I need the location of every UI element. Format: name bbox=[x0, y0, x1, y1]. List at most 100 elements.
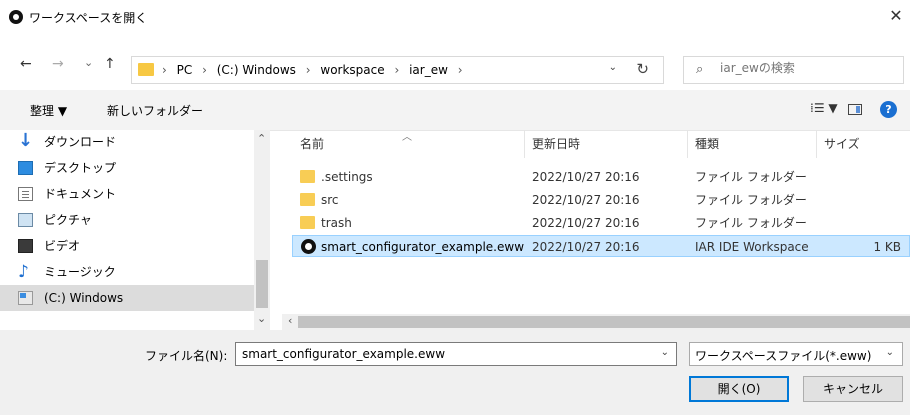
drive-icon bbox=[18, 291, 33, 305]
search-icon: ⌕ bbox=[696, 62, 704, 77]
file-name: smart_configurator_example.eww bbox=[321, 240, 525, 254]
nav-item-label: ミュージック bbox=[44, 265, 116, 279]
dialog-footer: ファイル名(N): ⌄ ワークスペースファイル(*.eww) ⌄ 開く(O) キ… bbox=[0, 330, 910, 415]
filename-combobox[interactable]: ⌄ bbox=[235, 342, 677, 366]
recent-locations-button[interactable]: ⌄ bbox=[84, 56, 93, 69]
scrollbar-thumb[interactable] bbox=[256, 260, 268, 308]
file-list-horizontal-scrollbar[interactable]: ‹ bbox=[282, 314, 910, 330]
open-workspace-dialog: ワークスペースを開く ✕ ← → ⌄ ↑ › PC › (C:) Windows… bbox=[0, 0, 910, 415]
address-bar[interactable]: › PC › (C:) Windows › workspace › iar_ew… bbox=[131, 56, 664, 84]
breadcrumb-c-drive[interactable]: (C:) Windows bbox=[217, 63, 296, 77]
preview-pane-icon[interactable] bbox=[848, 104, 862, 115]
column-header-name[interactable]: 名前 bbox=[300, 130, 324, 158]
new-folder-button[interactable]: 新しいフォルダー bbox=[107, 102, 203, 119]
file-name: .settings bbox=[321, 170, 373, 184]
file-list: 名前 ︿ 更新日時 種類 サイズ .settings 2022/10/27 20… bbox=[282, 130, 910, 330]
cancel-button[interactable]: キャンセル bbox=[803, 376, 903, 402]
organize-menu[interactable]: 整理 ▼ bbox=[30, 102, 67, 119]
search-box[interactable]: ⌕ bbox=[683, 56, 904, 84]
breadcrumb: › PC › (C:) Windows › workspace › iar_ew… bbox=[162, 63, 469, 77]
command-bar: 整理 ▼ 新しいフォルダー ⁞☰ ▼ ? bbox=[0, 90, 910, 131]
sort-ascending-icon: ︿ bbox=[402, 132, 412, 143]
nav-item-c-drive[interactable]: (C:) Windows bbox=[0, 285, 254, 311]
column-divider[interactable] bbox=[816, 130, 817, 158]
breadcrumb-iar-ew[interactable]: iar_ew bbox=[409, 63, 448, 77]
file-date: 2022/10/27 20:16 bbox=[532, 193, 640, 207]
breadcrumb-separator: › bbox=[305, 63, 311, 77]
nav-item-downloads[interactable]: ダウンロード bbox=[0, 128, 254, 155]
file-type: ファイル フォルダー bbox=[695, 170, 807, 184]
column-divider[interactable] bbox=[687, 130, 688, 158]
file-date: 2022/10/27 20:16 bbox=[532, 240, 640, 254]
app-icon bbox=[9, 10, 23, 24]
file-row[interactable]: .settings 2022/10/27 20:16 ファイル フォルダー bbox=[292, 166, 910, 188]
iar-workspace-icon bbox=[301, 239, 316, 254]
breadcrumb-separator: › bbox=[457, 63, 463, 77]
nav-item-documents[interactable]: ドキュメント bbox=[0, 181, 254, 207]
music-icon bbox=[18, 259, 33, 285]
search-input[interactable] bbox=[718, 60, 902, 76]
nav-item-label: デスクトップ bbox=[44, 161, 117, 175]
filetype-value: ワークスペースファイル(*.eww) bbox=[695, 349, 872, 363]
scroll-left-icon[interactable]: ‹ bbox=[288, 314, 292, 327]
filetype-select[interactable]: ワークスペースファイル(*.eww) ⌄ bbox=[689, 342, 903, 366]
nav-item-label: ビデオ bbox=[44, 239, 81, 253]
navigation-scrollbar[interactable]: ⌃ ⌄ bbox=[254, 130, 270, 330]
nav-item-pictures[interactable]: ピクチャ bbox=[0, 207, 254, 233]
close-button[interactable]: ✕ bbox=[882, 0, 910, 34]
help-icon[interactable]: ? bbox=[880, 101, 897, 118]
title-bar: ワークスペースを開く ✕ bbox=[0, 0, 910, 34]
file-type: ファイル フォルダー bbox=[695, 216, 807, 230]
download-icon bbox=[18, 128, 33, 154]
column-header-size[interactable]: サイズ bbox=[824, 130, 860, 158]
breadcrumb-pc[interactable]: PC bbox=[177, 63, 193, 77]
open-button[interactable]: 開く(O) bbox=[689, 376, 789, 402]
scroll-up-icon[interactable]: ⌃ bbox=[257, 132, 266, 145]
address-dropdown-icon[interactable]: ⌄ bbox=[609, 62, 617, 73]
file-row-selected[interactable]: smart_configurator_example.eww 2022/10/2… bbox=[292, 235, 910, 257]
column-divider[interactable] bbox=[524, 130, 525, 158]
chevron-down-icon[interactable]: ⌄ bbox=[886, 347, 894, 358]
file-type: IAR IDE Workspace bbox=[695, 240, 809, 254]
file-type: ファイル フォルダー bbox=[695, 193, 807, 207]
navigation-list: ダウンロード デスクトップ ドキュメント ピクチャ ビデオ ミュージック bbox=[0, 128, 254, 311]
breadcrumb-separator: › bbox=[394, 63, 400, 77]
refresh-button[interactable]: ↻ bbox=[636, 60, 649, 78]
breadcrumb-separator: › bbox=[202, 63, 207, 77]
nav-item-desktop[interactable]: デスクトップ bbox=[0, 155, 254, 181]
videos-icon bbox=[18, 239, 33, 253]
forward-button[interactable]: → bbox=[52, 56, 64, 72]
column-header-type[interactable]: 種類 bbox=[695, 130, 719, 158]
scroll-down-icon[interactable]: ⌄ bbox=[257, 312, 266, 325]
file-row[interactable]: src 2022/10/27 20:16 ファイル フォルダー bbox=[292, 189, 910, 211]
file-date: 2022/10/27 20:16 bbox=[532, 170, 640, 184]
nav-item-label: ドキュメント bbox=[44, 187, 117, 201]
folder-icon bbox=[138, 63, 154, 76]
up-button[interactable]: ↑ bbox=[104, 56, 116, 72]
window-title: ワークスペースを開く bbox=[29, 11, 148, 25]
file-size: 1 KB bbox=[873, 240, 901, 254]
column-header-date[interactable]: 更新日時 bbox=[532, 130, 580, 158]
chevron-down-icon[interactable]: ⌄ bbox=[661, 347, 669, 358]
nav-item-videos[interactable]: ビデオ bbox=[0, 233, 254, 259]
filename-input[interactable] bbox=[240, 346, 654, 362]
scrollbar-thumb[interactable] bbox=[298, 316, 910, 328]
nav-item-label: ピクチャ bbox=[44, 213, 92, 227]
navigation-pane: ダウンロード デスクトップ ドキュメント ピクチャ ビデオ ミュージック bbox=[0, 128, 270, 330]
filename-label: ファイル名(N): bbox=[145, 349, 228, 363]
nav-item-label: ダウンロード bbox=[44, 135, 117, 149]
breadcrumb-separator: › bbox=[162, 63, 167, 77]
folder-icon bbox=[300, 193, 315, 206]
pictures-icon bbox=[18, 213, 33, 227]
file-name: src bbox=[321, 193, 339, 207]
nav-item-label: (C:) Windows bbox=[44, 291, 124, 305]
file-date: 2022/10/27 20:16 bbox=[532, 216, 640, 230]
file-row[interactable]: trash 2022/10/27 20:16 ファイル フォルダー bbox=[292, 212, 910, 234]
desktop-icon bbox=[18, 161, 33, 175]
nav-item-music[interactable]: ミュージック bbox=[0, 259, 254, 285]
documents-icon bbox=[18, 187, 33, 201]
breadcrumb-workspace[interactable]: workspace bbox=[320, 63, 384, 77]
folder-icon bbox=[300, 170, 315, 183]
change-view-button[interactable]: ⁞☰ ▼ bbox=[810, 101, 838, 115]
back-button[interactable]: ← bbox=[20, 56, 32, 72]
